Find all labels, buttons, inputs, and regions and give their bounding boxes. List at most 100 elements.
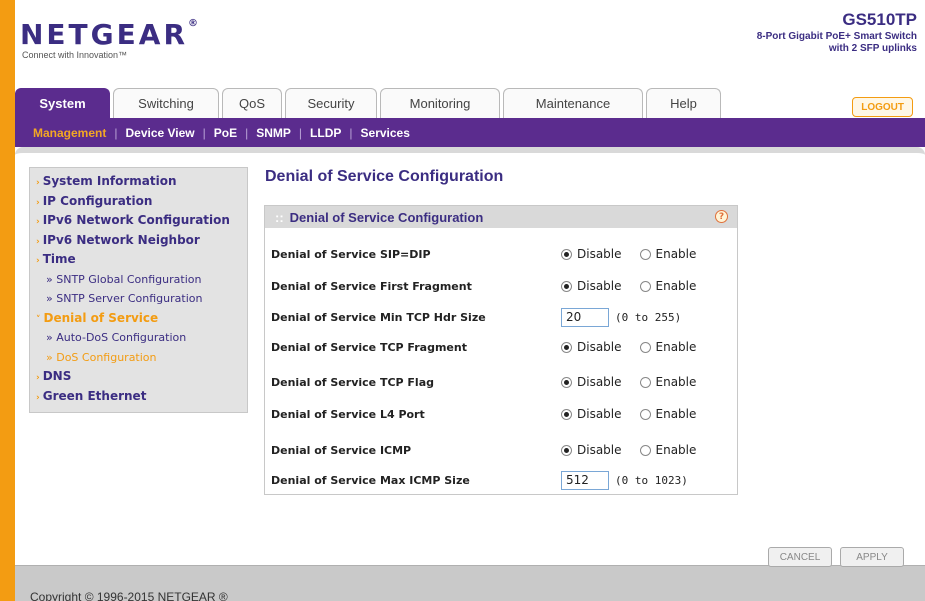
- tab-switching[interactable]: Switching: [113, 88, 219, 118]
- left-navigation: › System Information › IP Configuration › I…: [29, 167, 248, 413]
- row-label: Denial of Service TCP Fragment: [271, 340, 467, 354]
- row-label: Denial of Service ICMP: [271, 443, 412, 457]
- radio-selected-icon: [561, 376, 572, 388]
- max-icmp-size-input[interactable]: [561, 470, 609, 490]
- subnav-lldp[interactable]: LLDP: [310, 126, 341, 140]
- radio-disable[interactable]: Disable: [561, 443, 622, 457]
- panel-header: :: Denial of Service Configuration: [265, 206, 737, 228]
- row-icmp: Denial of Service ICMP Disable Enable: [271, 440, 731, 460]
- radio-selected-icon: [561, 248, 572, 260]
- leftnav-label: Denial of Service: [43, 310, 159, 325]
- leftnav-dns[interactable]: › DNS: [30, 367, 247, 387]
- apply-button[interactable]: APPLY: [840, 547, 904, 567]
- radio-disable[interactable]: Disable: [561, 375, 622, 389]
- subnav-separator: |: [114, 125, 118, 140]
- radio-label: Disable: [577, 247, 622, 261]
- chevron-right-icon: ›: [36, 178, 40, 188]
- device-description: 8-Port Gigabit PoE+ Smart Switch with 2 …: [717, 31, 917, 55]
- row-max-icmp-size: Denial of Service Max ICMP Size (0 to 10…: [271, 470, 731, 490]
- subnav-separator: |: [245, 125, 249, 140]
- subnav-services[interactable]: Services: [361, 126, 410, 140]
- row-tcp-flag: Denial of Service TCP Flag Disable Enabl…: [271, 372, 731, 392]
- copyright: Copyright © 1996-2015 NETGEAR ®: [30, 590, 228, 601]
- radio-enable[interactable]: Enable: [639, 375, 696, 389]
- tab-help[interactable]: Help: [646, 88, 721, 118]
- row-label: Denial of Service First Fragment: [271, 279, 472, 293]
- tab-security[interactable]: Security: [285, 88, 377, 118]
- radio-label: Enable: [655, 279, 697, 293]
- radio-label: Enable: [655, 407, 697, 421]
- subnav-device-view[interactable]: Device View: [125, 126, 194, 140]
- radio-enable[interactable]: Enable: [639, 279, 697, 293]
- leftnav-ip-configuration[interactable]: › IP Configuration: [30, 192, 247, 212]
- device-desc-line2: with 2 SFP uplinks: [828, 43, 917, 54]
- leftnav-ipv6-network-neighbor[interactable]: › IPv6 Network Neighbor: [30, 231, 247, 251]
- radio-selected-icon: [561, 444, 572, 456]
- radio-unselected-icon: [639, 376, 651, 388]
- row-l4-port: Denial of Service L4 Port Disable Enable: [271, 404, 731, 424]
- range-hint: (0 to 255): [615, 310, 682, 324]
- radio-label: Disable: [577, 443, 622, 457]
- device-model: GS510TP: [842, 10, 917, 29]
- radio-unselected-icon: [639, 280, 651, 292]
- dos-config-panel: :: Denial of Service Configuration ? Den…: [264, 205, 738, 495]
- radio-unselected-icon: [639, 444, 651, 456]
- radio-label: Enable: [655, 340, 697, 354]
- row-label: Denial of Service SIP=DIP: [271, 247, 431, 261]
- min-tcp-hdr-size-input[interactable]: [561, 307, 609, 327]
- tab-qos[interactable]: QoS: [222, 88, 282, 118]
- main-tabs: System Switching QoS Security Monitoring…: [15, 88, 724, 118]
- leftnav-time[interactable]: › Time: [30, 250, 247, 270]
- radio-enable[interactable]: Enable: [639, 407, 697, 421]
- subnav-separator: |: [349, 125, 353, 140]
- chevron-down-icon: ˅: [36, 314, 41, 325]
- leftnav-denial-of-service[interactable]: ˅ Denial of Service: [30, 309, 247, 329]
- leftnav-sntp-global-configuration[interactable]: » SNTP Global Configuration: [30, 270, 247, 290]
- leftnav-label: IPv6 Network Neighbor: [42, 232, 200, 247]
- subnav-poe[interactable]: PoE: [214, 126, 237, 140]
- row-sip-dip: Denial of Service SIP=DIP Disable Enable: [271, 244, 731, 264]
- sub-navigation: Management | Device View | PoE | SNMP | LLDP…: [15, 118, 925, 147]
- radio-unselected-icon: [639, 248, 651, 260]
- row-min-tcp-hdr-size: Denial of Service Min TCP Hdr Size (0 to…: [271, 307, 731, 327]
- row-label: Denial of Service L4 Port: [271, 407, 425, 421]
- chevron-right-icon: ›: [36, 236, 40, 247]
- leftnav-system-information[interactable]: › System Information: [30, 172, 247, 192]
- subnav-management[interactable]: Management: [33, 126, 106, 140]
- chevron-right-icon: ›: [36, 197, 40, 208]
- chevron-right-icon: ›: [36, 392, 40, 403]
- subnav-snmp[interactable]: SNMP: [256, 126, 291, 140]
- leftnav-green-ethernet[interactable]: › Green Ethernet: [30, 387, 247, 407]
- subnav-separator: |: [202, 125, 206, 140]
- tab-system[interactable]: System: [15, 88, 110, 118]
- range-hint: (0 to 1023): [615, 473, 688, 487]
- radio-enable[interactable]: Enable: [639, 443, 696, 457]
- radio-enable[interactable]: Enable: [639, 340, 697, 354]
- leftnav-label: IP Configuration: [42, 193, 153, 208]
- logo-reg: ®: [188, 18, 198, 29]
- radio-enable[interactable]: Enable: [639, 247, 696, 261]
- leftnav-dos-configuration[interactable]: » DoS Configuration: [30, 348, 247, 368]
- leftnav-ipv6-network-configuration[interactable]: › IPv6 Network Configuration: [30, 211, 247, 231]
- tab-maintenance[interactable]: Maintenance: [503, 88, 643, 118]
- radio-disable[interactable]: Disable: [561, 340, 622, 354]
- leftnav-sntp-server-configuration[interactable]: » SNTP Server Configuration: [30, 289, 247, 309]
- page-title: Denial of Service Configuration: [265, 168, 504, 185]
- chevron-right-icon: ›: [36, 373, 40, 383]
- radio-disable[interactable]: Disable: [561, 247, 622, 261]
- cancel-button[interactable]: CANCEL: [768, 547, 832, 567]
- radio-selected-icon: [561, 341, 572, 353]
- radio-disable[interactable]: Disable: [561, 407, 622, 421]
- row-first-fragment: Denial of Service First Fragment Disable…: [271, 276, 731, 296]
- leftnav-auto-dos-configuration[interactable]: » Auto-DoS Configuration: [30, 328, 247, 348]
- help-icon[interactable]: ?: [715, 210, 728, 223]
- radio-disable[interactable]: Disable: [561, 279, 622, 293]
- tagline: Connect with Innovation™: [22, 50, 128, 60]
- row-label: Denial of Service Max ICMP Size: [271, 473, 470, 487]
- logout-button[interactable]: LOGOUT: [852, 97, 913, 117]
- radio-selected-icon: [561, 408, 572, 420]
- panel-title: Denial of Service Configuration: [289, 209, 484, 225]
- leftnav-label: DNS: [42, 369, 72, 383]
- row-tcp-fragment: Denial of Service TCP Fragment Disable E…: [271, 337, 731, 357]
- tab-monitoring[interactable]: Monitoring: [380, 88, 500, 118]
